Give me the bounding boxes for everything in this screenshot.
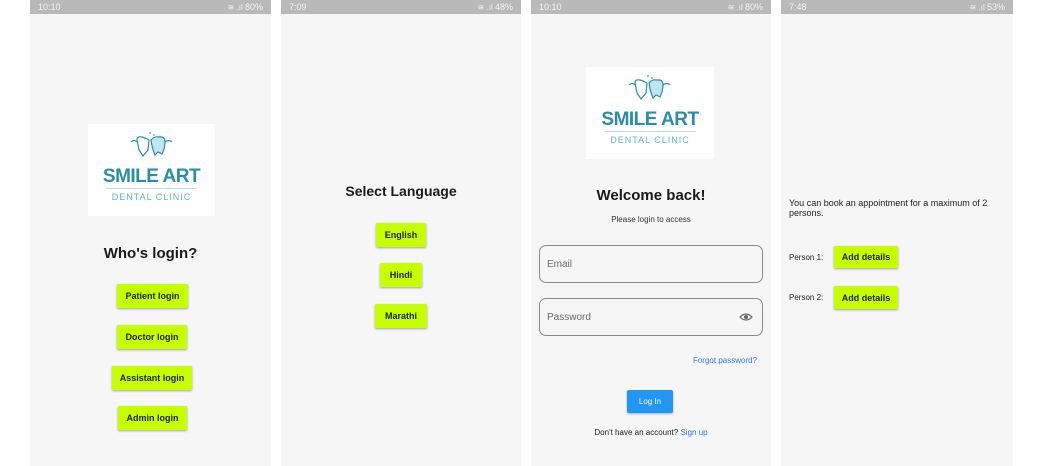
logo-title: SMILE ART — [601, 109, 699, 130]
person-1-add-details-button[interactable]: Add details — [834, 246, 898, 268]
status-bar: 10:10 ≋ .ıl 80% — [30, 0, 271, 14]
battery-level: 53% — [986, 2, 1005, 12]
patient-login-button[interactable]: Patient login — [117, 284, 188, 308]
login-subtitle: Please login to access — [611, 215, 691, 224]
password-field[interactable] — [539, 298, 763, 336]
person-2-add-details-button[interactable]: Add details — [834, 286, 898, 309]
login-button[interactable]: Log In — [627, 390, 673, 413]
forgot-password-link[interactable]: Forgot password? — [693, 356, 757, 365]
screen-login: 10:10 ≋ .ıl 80% SMILE ART DENTAL CLINIC … — [531, 0, 771, 466]
signal-icon: ≋ .ıl — [969, 3, 987, 12]
tooth-mascot-icon — [628, 74, 671, 101]
signal-icon: ≋ .ıl — [477, 3, 495, 12]
battery-level: 80% — [744, 2, 763, 12]
battery-level: 80% — [244, 2, 263, 12]
logo-subtitle: DENTAL CLINIC — [111, 192, 192, 202]
english-button[interactable]: English — [376, 223, 426, 247]
status-time: 10:10 — [539, 2, 562, 12]
signup-link[interactable]: Sign up — [680, 428, 707, 437]
status-bar: 10:10 ≋ .ıl 80% — [531, 0, 771, 14]
admin-login-button[interactable]: Admin login — [118, 406, 187, 430]
email-field[interactable] — [539, 245, 763, 283]
status-bar: 7:09 ≋ .ıl 48% — [281, 0, 521, 14]
password-input[interactable] — [547, 299, 727, 335]
signup-row: Don't have an account? Sign up — [531, 428, 771, 437]
logo-divider — [604, 131, 696, 132]
signal-icon: ≋ .ıl — [227, 3, 245, 12]
logo-divider — [106, 188, 197, 189]
page-title: Welcome back! — [596, 187, 706, 204]
screen-role-select: 10:10 ≋ .ıl 80% SMILE ART DENTAL CLINIC … — [30, 0, 271, 466]
status-time: 7:09 — [289, 2, 307, 12]
booking-info-text: You can book an appointment for a maximu… — [789, 198, 988, 218]
clinic-logo: SMILE ART DENTAL CLINIC — [88, 124, 215, 216]
email-input[interactable] — [547, 246, 727, 282]
tooth-mascot-icon — [130, 131, 173, 158]
status-bar: 7:48 ≋ .ıl 53% — [781, 0, 1013, 14]
page-title: Select Language — [345, 183, 457, 199]
clinic-logo: SMILE ART DENTAL CLINIC — [586, 67, 714, 159]
status-time: 10:10 — [38, 2, 61, 12]
marathi-button[interactable]: Marathi — [375, 304, 427, 328]
logo-subtitle: DENTAL CLINIC — [610, 135, 690, 145]
signup-prompt: Don't have an account? — [594, 428, 679, 437]
battery-level: 48% — [494, 2, 513, 12]
screen-language-select: 7:09 ≋ .ıl 48% Select Language English H… — [281, 0, 521, 466]
person-2-label: Person 2: — [789, 293, 824, 302]
page-title: Who's login? — [103, 245, 198, 262]
person-1-label: Person 1: — [789, 253, 824, 262]
doctor-login-button[interactable]: Doctor login — [117, 325, 187, 349]
eye-icon[interactable] — [739, 312, 753, 322]
assistant-login-button[interactable]: Assistant login — [112, 366, 192, 390]
hindi-button[interactable]: Hindi — [380, 263, 422, 287]
status-time: 7:48 — [789, 2, 807, 12]
logo-title: SMILE ART — [102, 166, 201, 187]
signal-icon: ≋ .ıl — [727, 3, 745, 12]
screen-booking: 7:48 ≋ .ıl 53% You can book an appointme… — [781, 0, 1013, 466]
